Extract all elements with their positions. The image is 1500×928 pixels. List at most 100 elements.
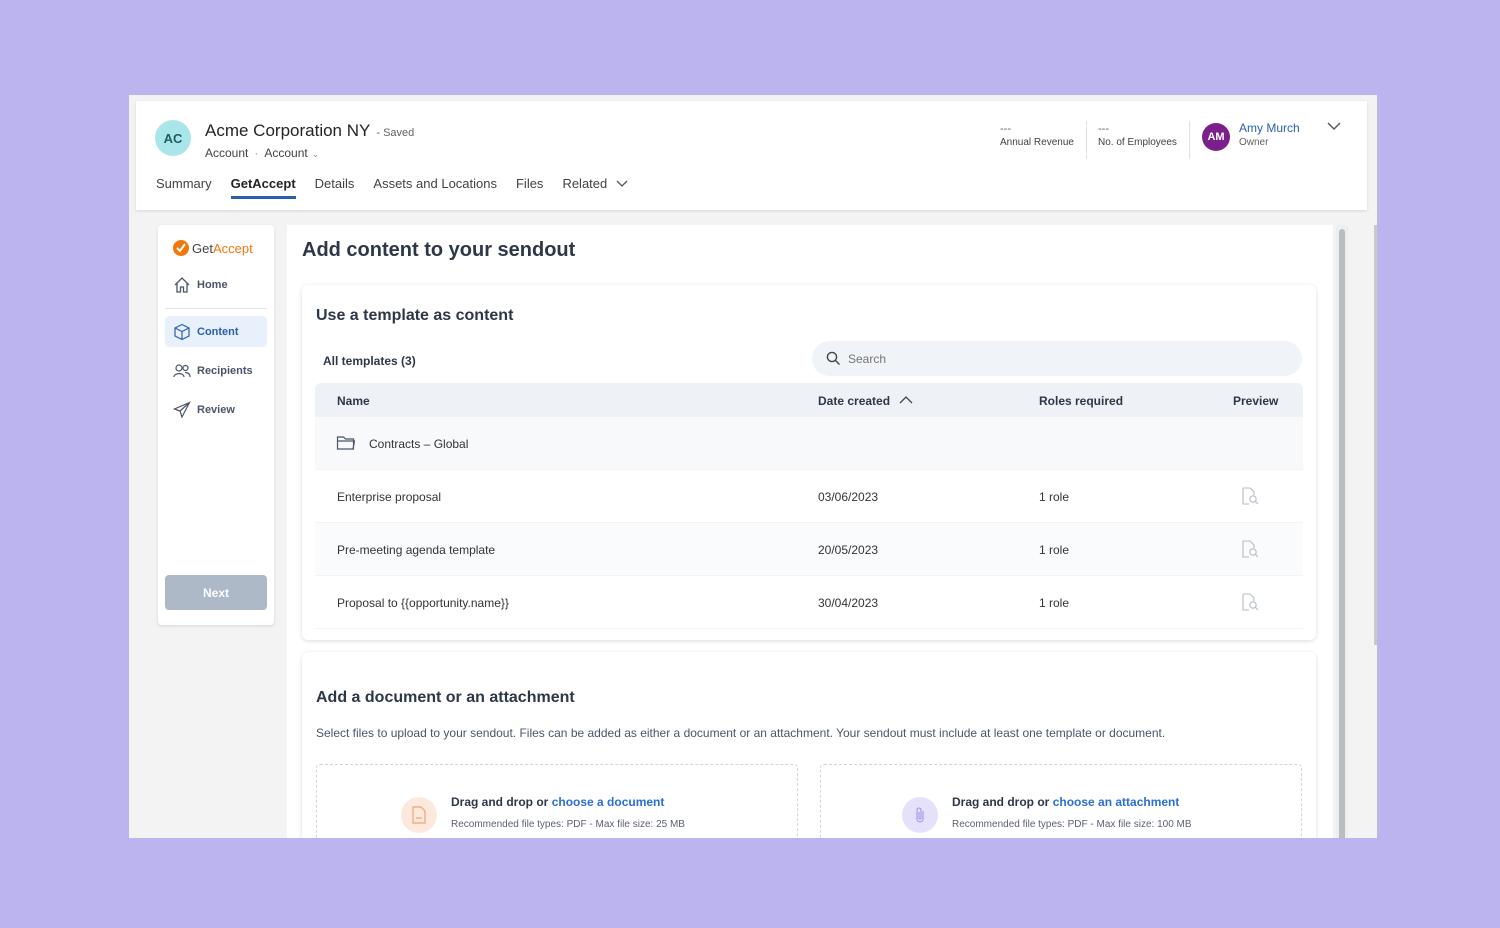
column-header-name[interactable]: Name xyxy=(337,394,370,408)
tab-details[interactable]: Details xyxy=(315,176,355,199)
drop-prefix: Drag and drop or xyxy=(451,795,549,809)
search-input[interactable] xyxy=(848,351,1278,366)
document-drop-text: Drag and drop or choose a document xyxy=(451,795,664,809)
kpi-annual-revenue: --- Annual Revenue xyxy=(1000,123,1074,148)
kpi-value: --- xyxy=(1000,123,1011,135)
sidebar-item-content[interactable]: Content xyxy=(165,316,267,347)
attachment-dropzone[interactable]: Drag and drop or choose an attachment Re… xyxy=(820,764,1302,838)
template-name: Pre-meeting agenda template xyxy=(337,543,496,557)
chevron-down-icon[interactable] xyxy=(1326,119,1342,137)
kpi-label: Annual Revenue xyxy=(1000,137,1074,148)
template-count-label: All templates (3) xyxy=(323,354,416,368)
content-panel: Add content to your sendout Use a templa… xyxy=(287,225,1333,838)
template-card-title: Use a template as content xyxy=(316,307,514,324)
users-icon xyxy=(173,363,191,377)
cube-icon xyxy=(174,323,190,340)
column-header-roles: Roles required xyxy=(1039,394,1124,408)
sidebar-item-label: Content xyxy=(197,325,239,338)
breadcrumb-form-selector[interactable]: Account xyxy=(264,146,307,160)
chevron-down-icon[interactable]: ⌄ xyxy=(312,149,320,159)
document-filetype-hint: Recommended file types: PDF - Max file s… xyxy=(451,819,685,830)
getaccept-frame: Get Accept Home Content Recipients Review… xyxy=(136,221,1360,838)
tab-summary[interactable]: Summary xyxy=(156,176,212,199)
attachment-description: Select files to upload to your sendout. … xyxy=(316,726,1166,740)
column-header-date-created[interactable]: Date created xyxy=(818,394,913,408)
chevron-down-icon xyxy=(616,180,628,187)
template-date: 20/05/2023 xyxy=(818,543,879,557)
checkmark-logo-icon xyxy=(173,240,189,256)
folder-row[interactable]: Contracts – Global xyxy=(315,417,1303,470)
choose-document-link[interactable]: choose a document xyxy=(552,795,665,809)
kpi-label: No. of Employees xyxy=(1098,137,1177,148)
kpi-value: --- xyxy=(1098,123,1109,135)
sidebar-item-label: Review xyxy=(197,403,235,416)
sidebar-item-review[interactable]: Review xyxy=(165,394,267,425)
owner-role: Owner xyxy=(1239,137,1269,148)
getaccept-logo: Get Accept xyxy=(172,239,253,257)
search-icon xyxy=(826,351,840,365)
templates-table: Name Date created Roles required Preview… xyxy=(315,383,1303,729)
attachment-card: Add a document or an attachment Select f… xyxy=(302,652,1316,838)
tab-related[interactable]: Related xyxy=(562,176,628,199)
next-button[interactable]: Next xyxy=(165,575,267,610)
column-header-label: Date created xyxy=(818,394,891,408)
preview-icon[interactable] xyxy=(1240,592,1260,612)
record-avatar: AC xyxy=(155,120,191,156)
scrollbar-thumb[interactable] xyxy=(1339,229,1345,838)
document-icon xyxy=(401,797,437,833)
table-row[interactable]: Proposal to {{opportunity.name}} 30/04/2… xyxy=(315,576,1303,629)
attachment-filetype-hint: Recommended file types: PDF - Max file s… xyxy=(952,819,1192,830)
record-header: AC Acme Corporation NY - Saved Account · Ac… xyxy=(136,101,1367,210)
template-card: Use a template as content All templates … xyxy=(302,285,1316,729)
table-row[interactable]: Enterprise proposal 03/06/2023 1 role xyxy=(315,470,1303,523)
folder-name: Contracts – Global xyxy=(369,437,469,451)
template-roles: 1 role xyxy=(1039,490,1070,504)
outer-scrollbar[interactable] xyxy=(1374,225,1377,645)
kpi-employees: --- No. of Employees xyxy=(1098,123,1177,148)
preview-icon[interactable] xyxy=(1240,486,1260,506)
document-dropzone[interactable]: Drag and drop or choose a document Recom… xyxy=(316,764,798,838)
search-box[interactable] xyxy=(812,341,1302,376)
page-title: Add content to your sendout xyxy=(302,239,576,261)
table-row[interactable]: Pre-meeting agenda template 20/05/2023 1… xyxy=(315,523,1303,576)
template-date: 03/06/2023 xyxy=(818,490,879,504)
owner-avatar[interactable]: AM xyxy=(1202,123,1230,151)
kpi-divider xyxy=(1189,121,1190,159)
sidebar-divider xyxy=(165,308,267,309)
template-name: Enterprise proposal xyxy=(337,490,442,504)
template-name: Proposal to {{opportunity.name}} xyxy=(337,596,509,610)
record-name: Acme Corporation NY xyxy=(205,121,371,140)
owner-name-link[interactable]: Amy Murch xyxy=(1239,121,1300,135)
folder-icon xyxy=(336,436,356,450)
tab-related-label: Related xyxy=(562,176,608,191)
crm-window: AC Acme Corporation NY - Saved Account · Ac… xyxy=(129,95,1377,838)
template-roles: 1 role xyxy=(1039,596,1070,610)
attachment-drop-text: Drag and drop or choose an attachment xyxy=(952,795,1179,809)
record-tabs: Summary GetAccept Details Assets and Loc… xyxy=(156,176,628,199)
saved-status: - Saved xyxy=(376,127,415,139)
logo-text-accept: Accept xyxy=(212,240,253,256)
logo-text-get: Get xyxy=(192,240,213,256)
breadcrumb: Account · Account ⌄ xyxy=(205,146,319,160)
template-roles: 1 role xyxy=(1039,543,1070,557)
sidebar-item-label: Recipients xyxy=(197,364,253,377)
kpi-divider xyxy=(1086,121,1087,159)
breadcrumb-entity: Account xyxy=(205,146,249,160)
sidebar-item-home[interactable]: Home xyxy=(165,269,267,300)
column-header-preview: Preview xyxy=(1233,394,1279,408)
drop-prefix: Drag and drop or xyxy=(952,795,1050,809)
scrollbar[interactable] xyxy=(1336,225,1348,838)
paperclip-icon xyxy=(902,797,938,833)
home-icon xyxy=(174,276,190,293)
breadcrumb-separator: · xyxy=(254,146,259,160)
tab-getaccept[interactable]: GetAccept xyxy=(230,176,296,199)
tab-files[interactable]: Files xyxy=(516,176,543,199)
sidebar-item-label: Home xyxy=(197,278,228,291)
template-date: 30/04/2023 xyxy=(818,596,879,610)
preview-icon[interactable] xyxy=(1240,539,1260,559)
getaccept-sidebar: Get Accept Home Content Recipients Review… xyxy=(158,225,274,625)
sort-ascending-icon xyxy=(899,396,913,404)
choose-attachment-link[interactable]: choose an attachment xyxy=(1053,795,1180,809)
sidebar-item-recipients[interactable]: Recipients xyxy=(165,355,267,386)
tab-assets-and-locations[interactable]: Assets and Locations xyxy=(373,176,497,199)
